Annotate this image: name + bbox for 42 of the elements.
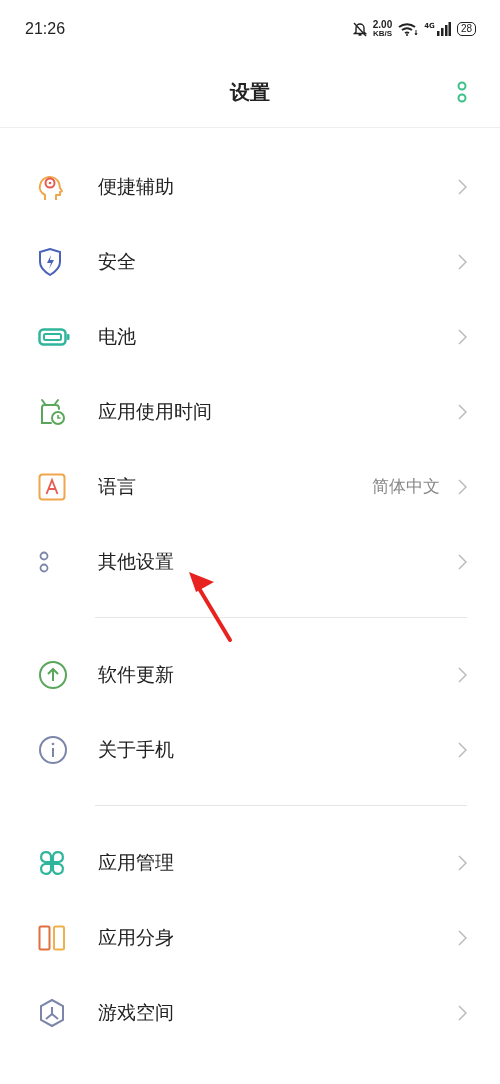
- row-label: 安全: [98, 248, 137, 274]
- net-speed: 2.00: [372, 19, 393, 30]
- hexagon-icon: [38, 997, 66, 1028]
- info-icon: [38, 734, 68, 765]
- row-label: 软件更新: [98, 661, 175, 687]
- wifi-icon: [398, 21, 419, 36]
- signal-icon: [436, 21, 451, 36]
- chevron-icon: [458, 328, 467, 345]
- letter-a-icon: [38, 472, 66, 501]
- chevron-icon: [458, 666, 467, 683]
- page-title: 设置: [230, 78, 270, 106]
- more-icon[interactable]: [456, 81, 468, 103]
- battery-icon: [38, 327, 70, 346]
- chevron-icon: [458, 253, 467, 270]
- net-unit: KB/S: [372, 29, 393, 38]
- row-label: 关于手机: [98, 736, 175, 762]
- row-value: 简体中文: [372, 475, 440, 498]
- dots-icon: [38, 549, 50, 574]
- row-label: 应用使用时间: [98, 398, 213, 424]
- chevron-icon: [458, 478, 467, 495]
- shield-icon: [38, 247, 62, 276]
- row-label: 电池: [98, 323, 137, 349]
- chevron-icon: [458, 553, 467, 570]
- chevron-icon: [458, 403, 467, 420]
- chevron-icon: [458, 929, 467, 946]
- apps-grid-icon: [38, 848, 66, 877]
- row-label: 应用管理: [98, 849, 175, 875]
- chevron-icon: [458, 854, 467, 871]
- row-label: 应用分身: [98, 924, 175, 950]
- status-time: 21:26: [25, 19, 66, 38]
- chevron-icon: [458, 1004, 467, 1021]
- chevron-icon: [458, 178, 467, 195]
- row-label: 便捷辅助: [98, 173, 175, 199]
- chevron-icon: [458, 741, 467, 758]
- battery-level: 28: [456, 21, 476, 36]
- bell-off-icon: [352, 20, 367, 37]
- split-rectangles-icon: [38, 924, 66, 951]
- row-label: 其他设置: [98, 548, 175, 574]
- row-label: 语言: [98, 473, 137, 499]
- row-label: 游戏空间: [98, 999, 175, 1025]
- upload-circle-icon: [38, 659, 68, 690]
- alarm-clock-icon: [38, 397, 66, 426]
